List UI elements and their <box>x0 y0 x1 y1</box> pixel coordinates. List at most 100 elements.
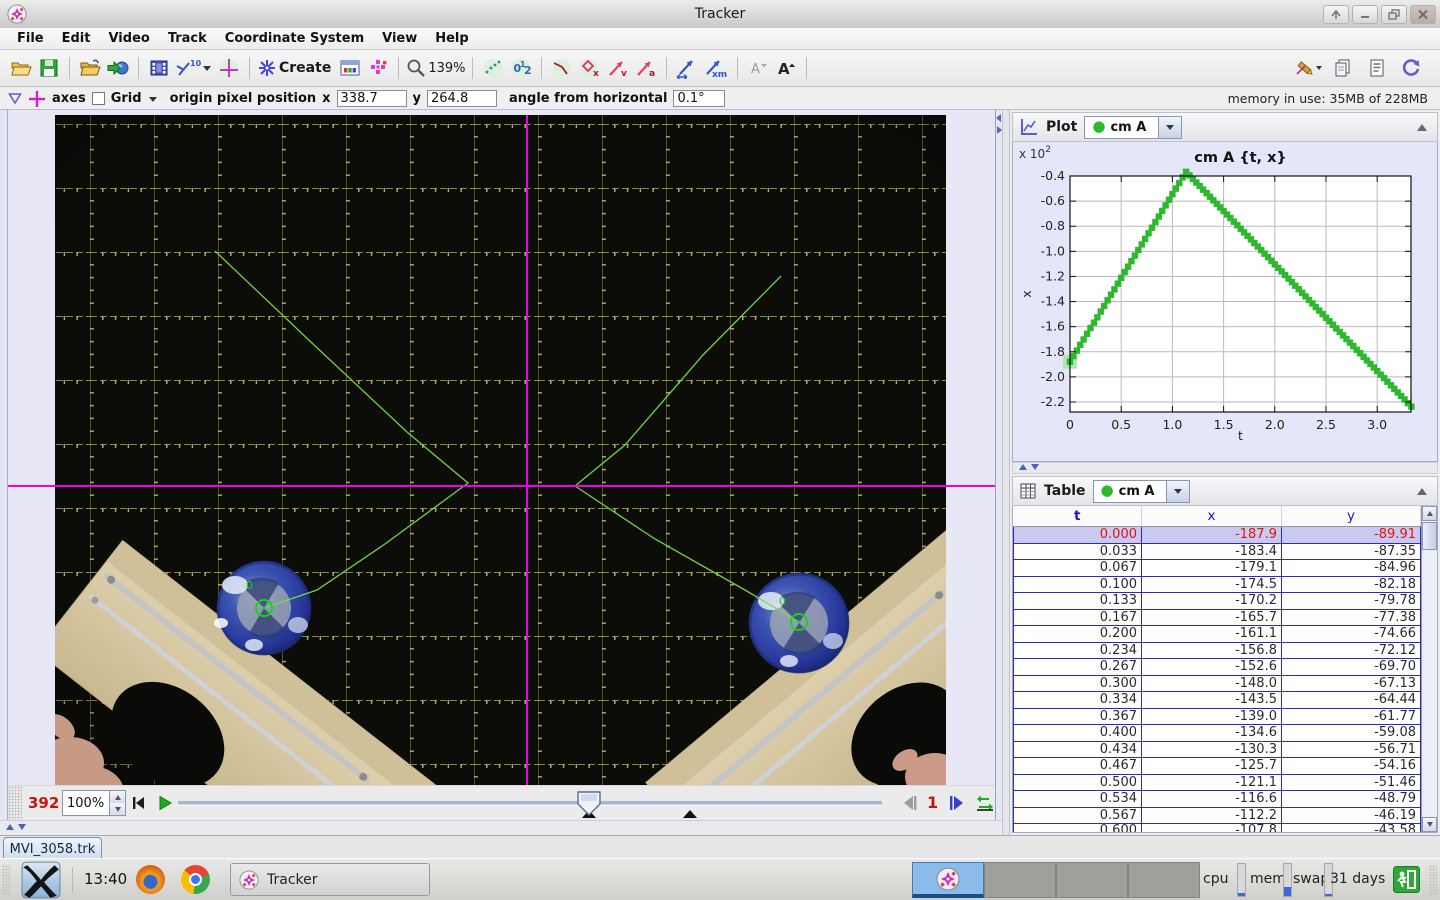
expand-up-icon[interactable] <box>6 824 14 830</box>
table-cell[interactable]: 0.033 <box>1014 543 1142 560</box>
workspace-4[interactable] <box>1128 862 1200 898</box>
import-data-icon[interactable] <box>105 55 131 81</box>
table-cell[interactable]: -56.71 <box>1282 741 1421 758</box>
center-of-mass-icon[interactable]: xm <box>702 55 730 81</box>
table-row[interactable]: 0.600-107.8-43.58 <box>1014 824 1421 834</box>
left-edge-strip[interactable] <box>0 110 8 820</box>
create-track-button[interactable]: Create <box>257 55 335 81</box>
restore-button[interactable] <box>1381 5 1407 24</box>
close-button[interactable] <box>1410 5 1436 24</box>
clock[interactable]: 13:40 <box>84 870 127 888</box>
table-row[interactable]: 0.467-125.7-54.16 <box>1014 758 1421 775</box>
table-cell[interactable]: -152.6 <box>1142 659 1282 676</box>
data-point[interactable] <box>1152 219 1158 225</box>
reset-button[interactable] <box>130 794 148 812</box>
menu-video[interactable]: Video <box>99 31 158 46</box>
table-row[interactable]: 0.500-121.1-51.46 <box>1014 774 1421 791</box>
labels-icon[interactable]: 012 <box>508 55 534 81</box>
plot-track-select[interactable]: ● cm A <box>1084 116 1182 139</box>
table-cell[interactable]: 0.267 <box>1014 659 1142 676</box>
data-point[interactable] <box>1173 185 1179 191</box>
panel-splitter[interactable] <box>1002 110 1010 835</box>
table-cell[interactable]: -77.38 <box>1282 609 1421 626</box>
data-point[interactable] <box>1118 275 1124 281</box>
table-cell[interactable]: 0.334 <box>1014 692 1142 709</box>
table-cell[interactable]: -174.5 <box>1142 576 1282 593</box>
table-row[interactable]: 0.434-130.3-56.71 <box>1014 741 1421 758</box>
zoom-down-button[interactable] <box>110 803 125 815</box>
table-cell[interactable]: 0.367 <box>1014 708 1142 725</box>
copy-image-icon[interactable] <box>1330 55 1356 81</box>
table-cell[interactable]: -112.2 <box>1142 807 1282 824</box>
table-cell[interactable]: -179.1 <box>1142 560 1282 577</box>
bottom-divider[interactable] <box>0 820 1002 835</box>
data-point[interactable] <box>1159 208 1165 214</box>
table-cell[interactable]: -43.58 <box>1282 824 1421 834</box>
menu-coordinate-system[interactable]: Coordinate System <box>216 31 373 46</box>
origin-x-input[interactable] <box>337 90 407 107</box>
table-row[interactable]: 0.400-134.6-59.08 <box>1014 725 1421 742</box>
table-cell[interactable]: -125.7 <box>1142 758 1282 775</box>
table-cell[interactable]: -67.13 <box>1282 675 1421 692</box>
firefox-icon[interactable] <box>136 865 165 894</box>
loop-button[interactable] <box>976 794 994 812</box>
data-point[interactable] <box>1145 230 1151 236</box>
data-point[interactable] <box>1084 331 1090 337</box>
minimize-button[interactable] <box>1352 5 1378 24</box>
desktop-logo-icon[interactable] <box>21 861 61 899</box>
table-cell[interactable]: 0.500 <box>1014 774 1142 791</box>
table-cell[interactable]: -48.79 <box>1282 791 1421 808</box>
table-row[interactable]: 0.167-165.7-77.38 <box>1014 609 1421 626</box>
table-row[interactable]: 0.300-148.0-67.13 <box>1014 675 1421 692</box>
data-point[interactable] <box>1098 308 1104 314</box>
table-cell[interactable]: -187.9 <box>1142 527 1282 544</box>
data-point[interactable] <box>1128 258 1134 264</box>
table-row[interactable]: 0.334-143.5-64.44 <box>1014 692 1421 709</box>
logout-icon[interactable] <box>1393 866 1420 893</box>
table-cell[interactable]: 0.067 <box>1014 560 1142 577</box>
clip-settings-icon[interactable] <box>146 55 172 81</box>
menu-file[interactable]: File <box>8 31 53 46</box>
tab-mvi-3058[interactable]: MVI_3058.trk <box>3 837 102 860</box>
player-grip[interactable] <box>8 786 22 821</box>
video-view[interactable]: 0 0 <box>55 115 946 785</box>
menu-view[interactable]: View <box>373 31 426 46</box>
table-cell[interactable]: 0.300 <box>1014 675 1142 692</box>
table-row[interactable]: 0.100-174.5-82.18 <box>1014 576 1421 593</box>
mem-gauge[interactable] <box>1283 863 1292 897</box>
step-size[interactable]: 1 <box>927 793 938 812</box>
table-track-dropdown-icon[interactable] <box>1166 481 1189 502</box>
angle-input[interactable] <box>673 90 725 107</box>
table-cell[interactable]: -165.7 <box>1142 609 1282 626</box>
data-point[interactable] <box>1115 280 1121 286</box>
data-point[interactable] <box>1176 180 1182 186</box>
data-point[interactable] <box>1101 303 1107 309</box>
data-point[interactable] <box>1074 347 1080 353</box>
table-cell[interactable]: 0.600 <box>1014 824 1142 834</box>
data-point[interactable] <box>1094 314 1100 320</box>
y-axis-line[interactable] <box>526 115 528 785</box>
table-cell[interactable]: -121.1 <box>1142 774 1282 791</box>
data-point[interactable] <box>1132 252 1138 258</box>
table-row[interactable]: 0.000-187.9-89.91 <box>1014 527 1421 544</box>
table-cell[interactable]: -64.44 <box>1282 692 1421 709</box>
column-header-y[interactable]: y <box>1282 506 1421 527</box>
table-cell[interactable]: -139.0 <box>1142 708 1282 725</box>
acceleration-icon[interactable]: a <box>633 55 659 81</box>
table-cell[interactable]: -87.35 <box>1282 543 1421 560</box>
grid-checkbox[interactable] <box>92 92 105 105</box>
data-point[interactable] <box>1142 236 1148 242</box>
drawings-button[interactable] <box>1294 55 1322 81</box>
table-row[interactable]: 0.033-183.4-87.35 <box>1014 543 1421 560</box>
table-cell[interactable]: -69.70 <box>1282 659 1421 676</box>
table-row[interactable]: 0.133-170.2-79.78 <box>1014 593 1421 610</box>
plot-track-dropdown-icon[interactable] <box>1158 117 1181 138</box>
table-cell[interactable]: 0.534 <box>1014 791 1142 808</box>
table-row[interactable]: 0.267-152.6-69.70 <box>1014 659 1421 676</box>
data-point[interactable] <box>1166 197 1172 203</box>
table-cell[interactable]: 0.000 <box>1014 527 1142 544</box>
expand-down-icon[interactable] <box>1031 464 1039 470</box>
collapse-left-icon[interactable] <box>996 114 1001 122</box>
data-point[interactable] <box>1179 174 1185 180</box>
data-point[interactable] <box>1121 269 1127 275</box>
